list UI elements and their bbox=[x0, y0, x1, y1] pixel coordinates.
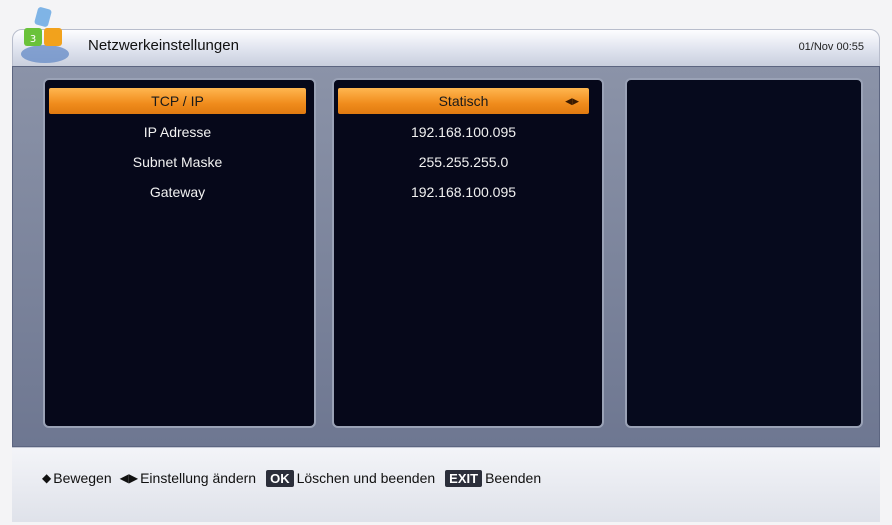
settings-screen: 3 Netzwerkeinstellungen 01/Nov 00:55 TCP… bbox=[0, 0, 892, 525]
gateway-field[interactable]: 192.168.100.095 bbox=[338, 179, 589, 205]
window-title: Netzwerkeinstellungen bbox=[88, 37, 239, 54]
info-panel bbox=[625, 78, 863, 428]
settings-value-list: Statisch ◀▶ 192.168.100.095 255.255.255.… bbox=[332, 78, 604, 428]
ok-key-badge: OK bbox=[266, 469, 294, 487]
setting-label: IP Adresse bbox=[143, 124, 212, 140]
help-exit: Beenden bbox=[485, 470, 542, 486]
help-change: Einstellung ändern bbox=[140, 470, 257, 486]
app-logo-icon: 3 bbox=[21, 7, 69, 63]
help-move: Bewegen bbox=[53, 470, 112, 486]
setting-value: 255.255.255.0 bbox=[418, 154, 509, 170]
exit-key-badge: EXIT bbox=[445, 469, 483, 487]
help-ok: Löschen und beenden bbox=[296, 470, 436, 486]
setting-row-subnet-mask[interactable]: Subnet Maske bbox=[49, 149, 306, 175]
ip-address-field[interactable]: 192.168.100.095 bbox=[338, 119, 589, 145]
left-right-arrow-icon: ◀▶ bbox=[119, 471, 139, 485]
tcp-ip-mode-selector[interactable]: Statisch ◀▶ bbox=[338, 88, 589, 114]
setting-value: 192.168.100.095 bbox=[410, 124, 517, 140]
setting-row-gateway[interactable]: Gateway bbox=[49, 179, 306, 205]
setting-value: Statisch bbox=[438, 93, 489, 109]
setting-value: 192.168.100.095 bbox=[410, 184, 517, 200]
help-legend: ◆ Bewegen ◀▶ Einstellung ändern OK Lösch… bbox=[42, 468, 541, 488]
subnet-mask-field[interactable]: 255.255.255.0 bbox=[338, 149, 589, 175]
setting-label: Gateway bbox=[149, 184, 206, 200]
svg-text:3: 3 bbox=[30, 34, 36, 45]
setting-row-tcp-ip[interactable]: TCP / IP bbox=[49, 88, 306, 114]
setting-label: TCP / IP bbox=[151, 93, 204, 109]
setting-label: Subnet Maske bbox=[132, 154, 223, 170]
settings-label-list: TCP / IP IP Adresse Subnet Maske Gateway bbox=[43, 78, 316, 428]
clock: 01/Nov 00:55 bbox=[798, 41, 864, 53]
up-down-arrow-icon: ◆ bbox=[42, 471, 52, 485]
setting-row-ip-address[interactable]: IP Adresse bbox=[49, 119, 306, 145]
left-right-arrow-icon: ◀▶ bbox=[565, 96, 579, 106]
